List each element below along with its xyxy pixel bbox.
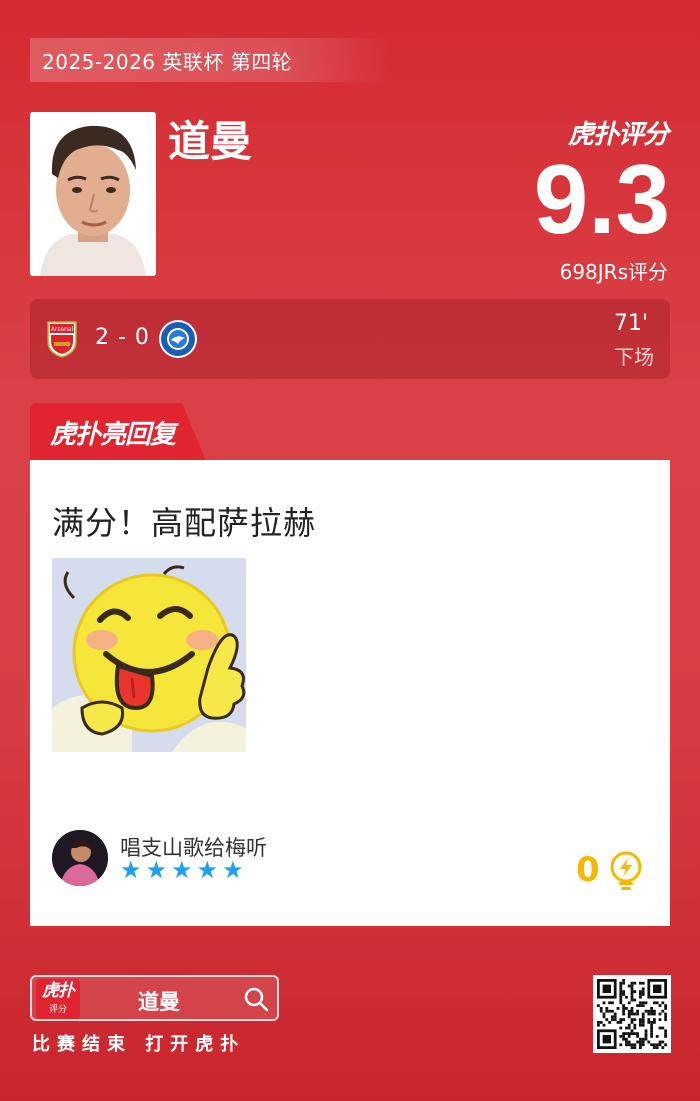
player-name: 道曼 — [168, 117, 253, 166]
substitution-minute: 71' — [613, 311, 648, 336]
hot-reply-tab: 虎扑亮回复 — [30, 403, 206, 461]
hupu-search-box[interactable]: 虎扑 评分 道曼 — [30, 975, 279, 1021]
like-count: 0 — [576, 850, 600, 890]
star-icon: ★ — [196, 856, 219, 884]
star-icon: ★ — [145, 856, 168, 884]
rating-count: 698JRs评分 — [559, 260, 668, 284]
search-term: 道曼 — [138, 990, 180, 1014]
substitution-status: 下场 — [614, 345, 654, 369]
match-summary[interactable]: Arsenal 2 - 0 71' 下场 — [30, 299, 670, 379]
player-score: 9.3 — [533, 144, 670, 254]
star-icon: ★ — [171, 856, 193, 884]
svg-text:Arsenal: Arsenal — [51, 326, 74, 333]
light-bulb-icon[interactable] — [608, 851, 644, 893]
emoji-image[interactable] — [52, 558, 246, 752]
badge-top-label: 虎扑 — [42, 981, 75, 1001]
qr-code — [593, 975, 671, 1053]
badge-bottom-label: 评分 — [48, 1005, 67, 1015]
hupu-app-icon[interactable]: 虎扑 评分 — [36, 979, 80, 1019]
star-icon: ★ — [120, 856, 142, 884]
star-rating: ★ ★ ★ ★ ★ — [120, 858, 244, 882]
footer-caption: 比赛结束 打开虎扑 — [32, 1034, 246, 1055]
round-label: 2025-2026 英联杯 第四轮 — [42, 49, 293, 74]
star-icon: ★ — [222, 856, 244, 884]
round-banner: 2025-2026 英联杯 第四轮 — [30, 38, 390, 82]
hot-reply-card[interactable]: 满分！高配萨拉赫 唱支山歌给梅听 ★ ★ ★ ★ ★ 0 — [30, 460, 670, 926]
player-avatar — [30, 112, 156, 276]
brighton-crest-icon — [158, 319, 198, 359]
arsenal-crest-icon: Arsenal — [42, 319, 82, 359]
search-icon[interactable] — [243, 986, 269, 1012]
user-avatar[interactable] — [52, 830, 108, 886]
reply-text: 满分！高配萨拉赫 — [52, 504, 317, 542]
hot-reply-tab-label: 虎扑亮回复 — [50, 419, 176, 450]
match-score: 2 - 0 — [95, 325, 150, 350]
